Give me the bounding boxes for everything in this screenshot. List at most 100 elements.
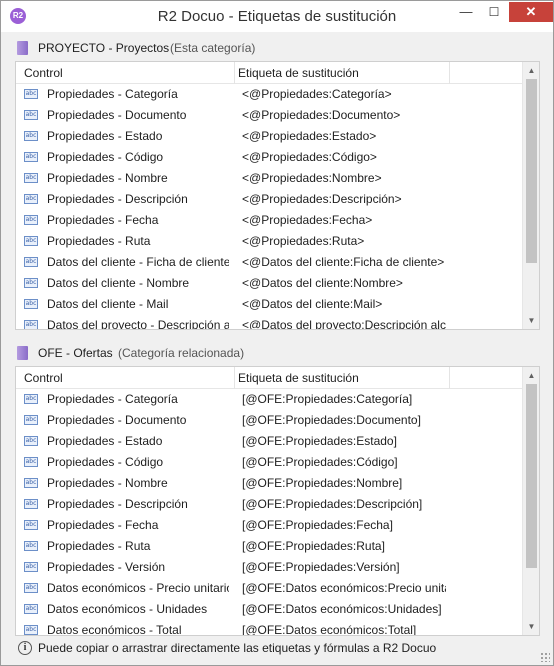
- control-name: Datos económicos - Unidades: [47, 602, 208, 616]
- substitution-tag[interactable]: [@OFE:Datos económicos:Total]: [242, 623, 446, 635]
- column-divider[interactable]: [449, 62, 450, 84]
- substitution-tag[interactable]: [@OFE:Propiedades:Código]: [242, 455, 446, 469]
- substitution-tag[interactable]: <@Datos del cliente:Nombre>: [242, 276, 446, 290]
- list-item[interactable]: abc Propiedades - Código <@Propiedades:Cód…: [16, 147, 522, 168]
- substitution-tag[interactable]: <@Propiedades:Descripción>: [242, 192, 446, 206]
- list-item[interactable]: abc Propiedades - Estado [@OFE:Propiedades…: [16, 431, 522, 452]
- list-item[interactable]: abc Propiedades - Estado <@Propiedades:Est…: [16, 126, 522, 147]
- column-header-control[interactable]: Control: [24, 371, 63, 385]
- substitution-tag[interactable]: <@Propiedades:Categoría>: [242, 87, 446, 101]
- substitution-tag[interactable]: [@OFE:Propiedades:Nombre]: [242, 476, 446, 490]
- tags-list-proyecto[interactable]: Control Etiqueta de sustitución abc Propi…: [15, 61, 540, 330]
- substitution-tag[interactable]: [@OFE:Propiedades:Versión]: [242, 560, 446, 574]
- substitution-tag[interactable]: <@Propiedades:Ruta>: [242, 234, 446, 248]
- abc-icon: abc: [24, 625, 38, 635]
- substitution-tag[interactable]: [@OFE:Propiedades:Fecha]: [242, 518, 446, 532]
- scroll-up-arrow-icon[interactable]: ▲: [523, 367, 539, 384]
- tags-list-ofe[interactable]: Control Etiqueta de sustitución abc Propi…: [15, 366, 540, 636]
- substitution-tag[interactable]: [@OFE:Propiedades:Documento]: [242, 413, 446, 427]
- list-item[interactable]: abc Datos del cliente - Nombre <@Datos del…: [16, 273, 522, 294]
- column-divider[interactable]: [234, 62, 235, 84]
- list-rows: abc Propiedades - Categoría [@OFE:Propieda…: [16, 389, 522, 636]
- substitution-tag[interactable]: <@Datos del proyecto:Descripción alc: [242, 318, 446, 329]
- maximize-button[interactable]: ☐: [481, 2, 507, 22]
- control-name: Datos del cliente - Ficha de cliente: [47, 255, 229, 269]
- control-name: Datos económicos - Precio unitario: [47, 581, 229, 595]
- abc-icon: abc: [24, 604, 38, 614]
- list-item[interactable]: abc Propiedades - Código [@OFE:Propiedades…: [16, 452, 522, 473]
- substitution-tag[interactable]: [@OFE:Propiedades:Estado]: [242, 434, 446, 448]
- list-item[interactable]: abc Propiedades - Nombre <@Propiedades:Nom…: [16, 168, 522, 189]
- section-name: OFE - Ofertas: [38, 346, 113, 360]
- control-name: Propiedades - Ruta: [47, 539, 151, 553]
- list-header: Control Etiqueta de sustitución: [16, 367, 522, 389]
- list-item[interactable]: abc Propiedades - Fecha <@Propiedades:Fech…: [16, 210, 522, 231]
- list-item[interactable]: abc Propiedades - Categoría <@Propiedades:…: [16, 84, 522, 105]
- control-name: Propiedades - Fecha: [47, 518, 159, 532]
- close-button[interactable]: ✕: [509, 2, 553, 22]
- substitution-tag[interactable]: <@Propiedades:Nombre>: [242, 171, 446, 185]
- abc-icon: abc: [24, 131, 38, 141]
- scroll-down-arrow-icon[interactable]: ▼: [523, 312, 539, 329]
- abc-icon: abc: [24, 173, 38, 183]
- list-item[interactable]: abc Propiedades - Descripción [@OFE:Propie…: [16, 494, 522, 515]
- abc-icon: abc: [24, 152, 38, 162]
- abc-icon: abc: [24, 562, 38, 572]
- scroll-up-arrow-icon[interactable]: ▲: [523, 62, 539, 79]
- minimize-button[interactable]: —: [453, 2, 479, 22]
- list-header: Control Etiqueta de sustitución: [16, 62, 522, 84]
- control-name: Propiedades - Nombre: [47, 171, 168, 185]
- column-header-tag[interactable]: Etiqueta de sustitución: [238, 66, 359, 80]
- column-divider[interactable]: [234, 367, 235, 389]
- list-item[interactable]: abc Propiedades - Categoría [@OFE:Propieda…: [16, 389, 522, 410]
- substitution-tag[interactable]: [@OFE:Datos económicos:Precio unita: [242, 581, 446, 595]
- list-rows: abc Propiedades - Categoría <@Propiedades:…: [16, 84, 522, 329]
- control-name: Propiedades - Código: [47, 150, 164, 164]
- resize-grip-icon[interactable]: [540, 652, 550, 662]
- column-header-control[interactable]: Control: [24, 66, 63, 80]
- list-item[interactable]: abc Propiedades - Descripción <@Propiedade…: [16, 189, 522, 210]
- vertical-scrollbar[interactable]: ▲ ▼: [522, 367, 539, 635]
- substitution-tag[interactable]: <@Propiedades:Código>: [242, 150, 446, 164]
- list-item[interactable]: abc Datos económicos - Total [@OFE:Datos e…: [16, 620, 522, 636]
- control-name: Datos económicos - Total: [47, 623, 182, 636]
- control-name: Propiedades - Documento: [47, 413, 187, 427]
- list-item[interactable]: abc Propiedades - Documento <@Propiedades:…: [16, 105, 522, 126]
- list-item[interactable]: abc Propiedades - Documento [@OFE:Propieda…: [16, 410, 522, 431]
- column-divider[interactable]: [449, 367, 450, 389]
- list-item[interactable]: abc Datos del cliente - Mail <@Datos del c…: [16, 294, 522, 315]
- abc-icon: abc: [24, 394, 38, 404]
- scroll-down-arrow-icon[interactable]: ▼: [523, 618, 539, 635]
- list-item[interactable]: abc Propiedades - Ruta <@Propiedades:Ruta>: [16, 231, 522, 252]
- list-item[interactable]: abc Datos económicos - Unidades [@OFE:Dato…: [16, 599, 522, 620]
- list-item[interactable]: abc Propiedades - Versión [@OFE:Propiedade…: [16, 557, 522, 578]
- substitution-tag[interactable]: <@Propiedades:Fecha>: [242, 213, 446, 227]
- abc-icon: abc: [24, 194, 38, 204]
- scrollbar-thumb[interactable]: [526, 384, 537, 568]
- list-item[interactable]: abc Datos económicos - Precio unitario [@O…: [16, 578, 522, 599]
- substitution-tag[interactable]: [@OFE:Datos económicos:Unidades]: [242, 602, 446, 616]
- substitution-tag[interactable]: <@Datos del cliente:Ficha de cliente>: [242, 255, 446, 269]
- list-item[interactable]: abc Datos del proyecto - Descripción a <@D…: [16, 315, 522, 329]
- column-header-tag[interactable]: Etiqueta de sustitución: [238, 371, 359, 385]
- list-item[interactable]: abc Datos del cliente - Ficha de cliente <…: [16, 252, 522, 273]
- folder-icon: [17, 346, 28, 360]
- substitution-tag[interactable]: [@OFE:Propiedades:Descripción]: [242, 497, 446, 511]
- scrollbar-thumb[interactable]: [526, 79, 537, 263]
- substitution-tag[interactable]: <@Datos del cliente:Mail>: [242, 297, 446, 311]
- section-header-ofe: OFE - Ofertas (Categoría relacionada): [15, 344, 315, 364]
- vertical-scrollbar[interactable]: ▲ ▼: [522, 62, 539, 329]
- status-bar: i Puede copiar o arrastrar directamente …: [1, 637, 553, 665]
- control-name: Datos del cliente - Nombre: [47, 276, 190, 290]
- abc-icon: abc: [24, 436, 38, 446]
- substitution-tag[interactable]: [@OFE:Propiedades:Categoría]: [242, 392, 446, 406]
- substitution-tag[interactable]: [@OFE:Propiedades:Ruta]: [242, 539, 446, 553]
- list-item[interactable]: abc Propiedades - Nombre [@OFE:Propiedades…: [16, 473, 522, 494]
- abc-icon: abc: [24, 299, 38, 309]
- control-name: Propiedades - Ruta: [47, 234, 151, 248]
- list-item[interactable]: abc Propiedades - Ruta [@OFE:Propiedades:R…: [16, 536, 522, 557]
- substitution-tag[interactable]: <@Propiedades:Documento>: [242, 108, 446, 122]
- list-item[interactable]: abc Propiedades - Fecha [@OFE:Propiedades:…: [16, 515, 522, 536]
- substitution-tag[interactable]: <@Propiedades:Estado>: [242, 129, 446, 143]
- title-bar[interactable]: R2 R2 Docuo - Etiquetas de sustitución —…: [1, 1, 553, 32]
